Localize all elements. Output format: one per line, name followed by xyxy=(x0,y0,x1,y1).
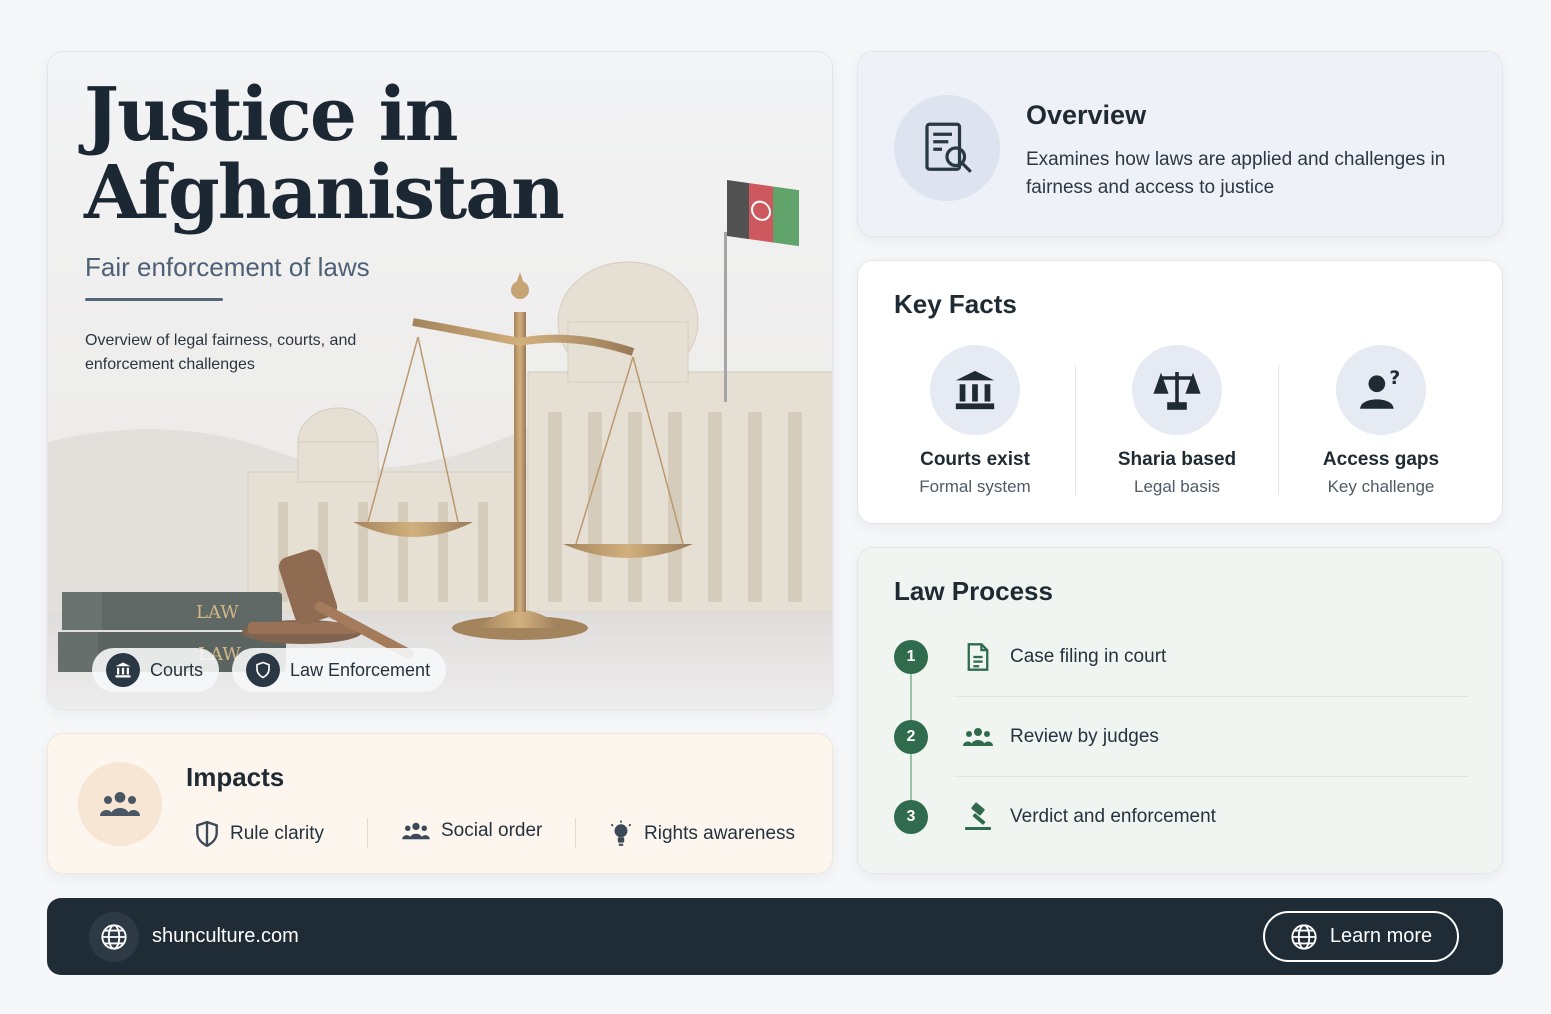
impacts-card: Impacts Rule clarity Social order Rights… xyxy=(47,733,833,874)
shield-icon xyxy=(246,653,280,687)
hero-description: Overview of legal fairness, courts, and … xyxy=(85,332,357,373)
overview-card: Overview Examines how laws are applied a… xyxy=(857,51,1503,237)
group-icon xyxy=(78,762,162,846)
impact-label: Rights awareness xyxy=(644,823,796,844)
impact-divider xyxy=(575,818,576,848)
key-facts-title: Key Facts xyxy=(894,289,1017,319)
hero-card: LAW LAW Justice in Afghanistan Fair enfo… xyxy=(47,51,833,710)
page-title: Justice in Afghanistan xyxy=(84,72,565,236)
person-question-icon: ? xyxy=(1336,345,1426,435)
scales-icon xyxy=(1132,345,1222,435)
impacts-title: Impacts xyxy=(186,762,285,792)
impact-divider xyxy=(367,818,368,848)
fact-access-gaps: ? Access gaps Key challenge xyxy=(1281,345,1481,497)
fact-subtitle: Key challenge xyxy=(1327,477,1435,496)
impact-rule-clarity: Rule clarity xyxy=(194,820,324,848)
step-number: 2 xyxy=(894,720,928,754)
law-process-title: Law Process xyxy=(894,576,1053,606)
fact-subtitle: Formal system xyxy=(919,477,1031,496)
step-divider xyxy=(954,696,1468,697)
step-number: 1 xyxy=(894,640,928,674)
gavel-icon xyxy=(960,799,996,835)
group-icon xyxy=(402,822,430,840)
step-label: Verdict and enforcement xyxy=(1010,806,1216,827)
fact-title: Courts exist xyxy=(920,449,1030,470)
fact-divider xyxy=(1278,365,1279,495)
fact-sharia-based: Sharia based Legal basis xyxy=(1077,345,1277,497)
footer-bar: shunculture.com Learn more xyxy=(47,898,1503,975)
page-title-line-1: Justice in xyxy=(84,72,459,158)
chip-law-enforcement[interactable]: Law Enforcement xyxy=(232,648,447,692)
hero-subtitle: Fair enforcement of laws xyxy=(85,252,370,282)
step-label: Case filing in court xyxy=(1010,646,1167,667)
impact-rights-awareness: Rights awareness xyxy=(608,820,795,848)
chip-courts-label: Courts xyxy=(150,659,204,680)
group-icon xyxy=(960,719,996,755)
document-icon xyxy=(960,639,996,675)
fact-courts-exist: Courts exist Formal system xyxy=(875,345,1075,497)
fact-divider xyxy=(1075,365,1076,495)
learn-more-label: Learn more xyxy=(1329,925,1433,947)
overview-text: Examines how laws are applied and challe… xyxy=(1026,149,1446,198)
footer-site-link[interactable]: shunculture.com xyxy=(152,925,299,948)
lightbulb-icon xyxy=(610,820,632,846)
courthouse-icon xyxy=(106,653,140,687)
chip-law-enforcement-label: Law Enforcement xyxy=(290,659,431,680)
step-number: 3 xyxy=(894,800,928,834)
courthouse-icon xyxy=(930,345,1020,435)
svg-text:?: ? xyxy=(1389,368,1400,389)
fact-title: Access gaps xyxy=(1322,449,1440,470)
fact-title: Sharia based xyxy=(1117,449,1237,470)
step-label: Review by judges xyxy=(1010,726,1159,747)
globe-icon xyxy=(89,912,139,962)
overview-title: Overview xyxy=(1026,100,1147,130)
step-divider xyxy=(954,776,1468,777)
impact-label: Rule clarity xyxy=(230,823,324,844)
key-facts-card: Key Facts Courts exist Formal system Sha… xyxy=(857,260,1503,524)
chip-courts[interactable]: Courts xyxy=(92,648,220,692)
fact-subtitle: Legal basis xyxy=(1133,477,1220,496)
globe-icon xyxy=(1291,923,1317,950)
law-process-card: Law Process 1 Case filing in court 2 Rev… xyxy=(857,547,1503,874)
document-search-icon xyxy=(894,95,1000,201)
learn-more-button[interactable]: Learn more xyxy=(1263,911,1459,962)
page-title-line-2: Afghanistan xyxy=(84,150,565,236)
hero-divider xyxy=(85,298,223,301)
impact-label: Social order xyxy=(441,820,543,841)
shield-icon xyxy=(196,820,218,848)
impact-social-order: Social order xyxy=(401,820,542,842)
